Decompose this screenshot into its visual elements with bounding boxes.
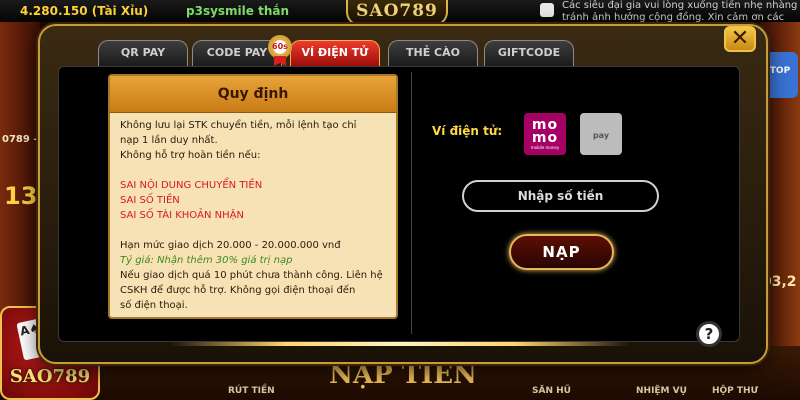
rules-line: Không hỗ trợ hoàn tiền nếu:: [120, 150, 261, 161]
balance-display: 4.280.150 (Tài Xỉu): [20, 4, 149, 18]
deposit-submit-button[interactable]: NẠP: [509, 234, 614, 270]
rules-rate: Tỷ giá: Nhận thêm 30% giá trị nạp: [120, 255, 293, 266]
momo-logo-text: mo mo: [531, 117, 559, 146]
momo-logo-subtext: mobile money: [530, 145, 560, 150]
rules-warning: SAI NỘI DUNG CHUYỂN TIỀN: [120, 180, 263, 191]
tab-e-wallet[interactable]: VÍ ĐIỆN TỬ: [290, 40, 380, 66]
amount-input[interactable]: [462, 180, 659, 212]
game-logo-top: SAO789: [346, 0, 448, 26]
announcement-icon[interactable]: [540, 3, 554, 17]
nav-jackpot[interactable]: SĂN HŨ: [532, 386, 571, 396]
rules-line: Nếu giao dịch quá 10 phút chưa thành côn…: [120, 270, 383, 281]
rules-warning: SAI SỐ TÀI KHOẢN NHẬN: [120, 210, 244, 221]
close-button[interactable]: ✕: [724, 26, 756, 52]
brand-logo-text: SAO789: [9, 366, 91, 387]
bottom-nap-tien-title: NẠP TIỀN: [329, 360, 477, 390]
momo-wallet-option[interactable]: mo mo mobile money: [524, 113, 566, 155]
rules-panel: Quy định Không lưu lại STK chuyển tiền, …: [108, 74, 398, 319]
rules-limit: Hạn mức giao dịch 20.000 - 20.000.000 vn…: [120, 240, 341, 251]
left-panel-number: 13: [4, 182, 38, 210]
vpay-logo-text: pay: [592, 131, 610, 140]
tab-scratch-card[interactable]: THẺ CÀO: [388, 40, 478, 66]
modal-glow-edge: [170, 342, 630, 346]
left-panel-text: 0789 -: [2, 134, 38, 145]
wallet-label: Ví điện tử:: [432, 124, 503, 138]
rules-line: số điện thoại.: [120, 300, 188, 311]
timer-badge: 60s: [268, 35, 292, 59]
tab-giftcode[interactable]: GIFTCODE: [484, 40, 574, 66]
nav-missions[interactable]: NHIỆM VỤ: [636, 386, 687, 396]
rules-title: Quy định: [110, 76, 396, 113]
tab-qr-pay[interactable]: QR PAY: [98, 40, 188, 66]
help-icon[interactable]: ?: [696, 321, 722, 347]
rules-line: nạp 1 lần duy nhất.: [120, 135, 218, 146]
rules-body: Không lưu lại STK chuyển tiền, mỗi lệnh …: [110, 113, 396, 318]
username-display: p3sysmile thắn: [186, 4, 290, 18]
nav-withdraw[interactable]: RÚT TIỀN: [228, 386, 275, 396]
nav-inbox[interactable]: HỘP THƯ: [712, 386, 758, 396]
content-divider: [411, 72, 412, 334]
rules-line: Không lưu lại STK chuyển tiền, mỗi lệnh …: [120, 120, 357, 131]
rules-line: CSKH để được hỗ trợ. Không gọi điện thoạ…: [120, 285, 356, 296]
viettel-pay-option[interactable]: pay: [580, 113, 622, 155]
rules-warning: SAI SỐ TIỀN: [120, 195, 180, 206]
